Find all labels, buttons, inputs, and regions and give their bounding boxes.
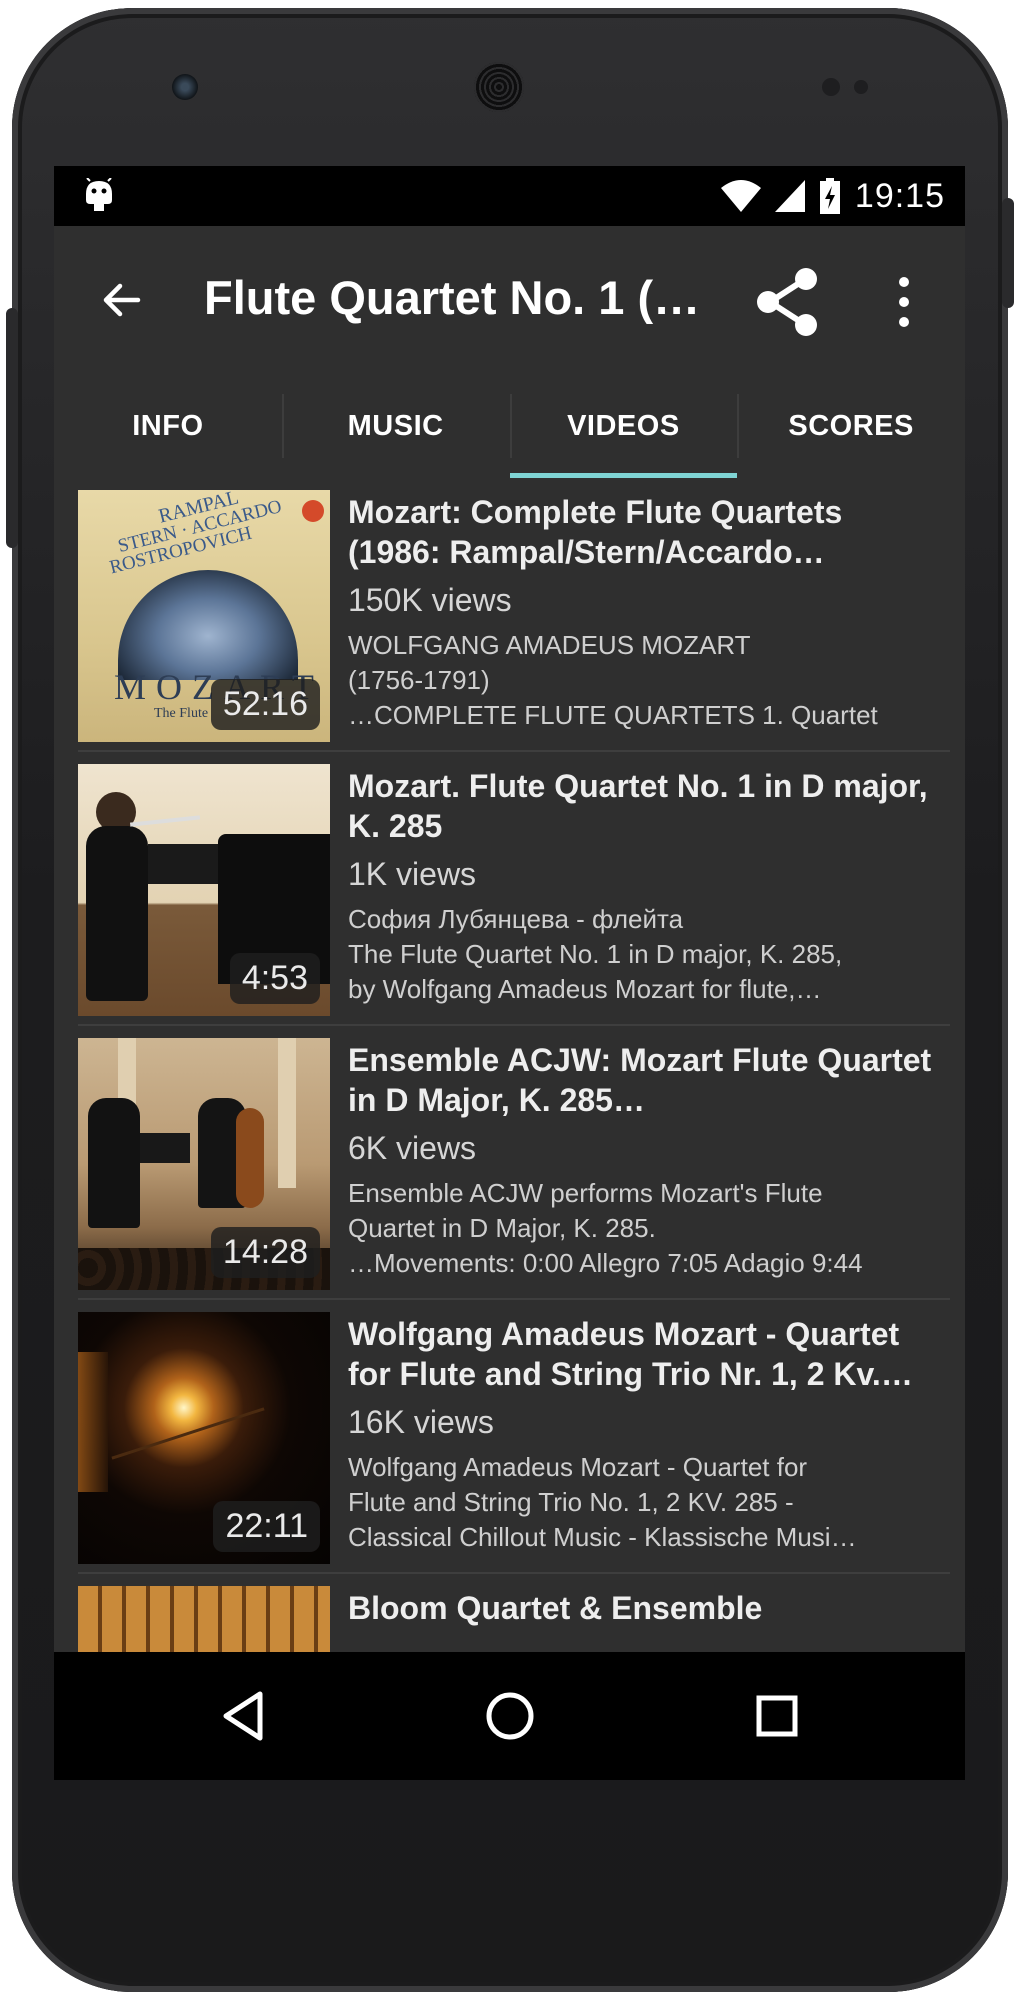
description-line: Wolfgang Amadeus Mozart - Quartet for xyxy=(348,1452,808,1482)
wifi-icon xyxy=(720,180,761,212)
share-icon[interactable] xyxy=(754,266,822,338)
video-thumbnail[interactable]: 4:53 xyxy=(78,764,330,1016)
battery-charging-icon xyxy=(819,178,840,214)
description-line: Ensemble ACJW performs Mozart's Flute xyxy=(348,1178,823,1208)
description-line: (1756-1791) xyxy=(348,665,490,695)
video-thumbnail[interactable]: RAMPAL STERN · ACCARDO ROSTROPOVICH MOZA… xyxy=(78,490,330,742)
description-line: Flute and String Trio No. 1, 2 KV. 285 - xyxy=(348,1487,794,1517)
video-duration: 4:53 xyxy=(229,953,320,1004)
description-line: by Wolfgang Amadeus Mozart for flute,… xyxy=(348,974,822,1004)
video-item[interactable]: 4:53 Mozart. Flute Quartet No. 1 in D ma… xyxy=(78,752,950,1026)
performer-figure xyxy=(88,1098,140,1228)
tab-videos[interactable]: VIDEOS xyxy=(509,374,738,478)
more-vert-icon[interactable] xyxy=(892,272,916,332)
description-line: София Лубянцева - флейта xyxy=(348,904,684,934)
video-views: 150K views xyxy=(348,582,512,618)
video-views: 1K views xyxy=(348,856,477,892)
video-duration: 14:28 xyxy=(210,1227,320,1278)
description-line: …COMPLETE FLUTE QUARTETS 1. Quartet xyxy=(348,700,878,730)
video-views: 16K views xyxy=(348,1404,494,1440)
video-description: София Лубянцева - флейта The Flute Quart… xyxy=(348,902,948,1007)
navigation-bar xyxy=(54,1652,965,1780)
home-circle-icon[interactable] xyxy=(480,1686,540,1746)
video-duration: 52:16 xyxy=(210,679,320,730)
description-line: The Flute Quartet No. 1 in D major, K. 2… xyxy=(348,939,843,969)
power-button xyxy=(1002,198,1014,308)
tab-info[interactable]: INFO xyxy=(54,374,282,478)
description-line: Classical Chillout Music - Klassische Mu… xyxy=(348,1522,857,1552)
cello xyxy=(236,1108,264,1208)
video-description: Wolfgang Amadeus Mozart - Quartet for Fl… xyxy=(348,1450,948,1555)
video-item[interactable]: RAMPAL STERN · ACCARDO ROSTROPOVICH MOZA… xyxy=(78,478,950,752)
video-list[interactable]: RAMPAL STERN · ACCARDO ROSTROPOVICH MOZA… xyxy=(54,478,965,1652)
tree-branch xyxy=(111,1407,265,1460)
lamp-glow xyxy=(78,1352,108,1492)
status-time: 19:15 xyxy=(854,176,945,215)
video-views: 6K views xyxy=(348,1130,477,1166)
label-logo xyxy=(302,500,324,522)
video-duration: 22:11 xyxy=(213,1501,320,1552)
music-stand xyxy=(140,1133,190,1163)
video-title[interactable]: Bloom Quartet & Ensemble xyxy=(348,1588,938,1628)
app-bar: Flute Quartet No. 1 (… xyxy=(54,226,965,374)
page-title: Flute Quartet No. 1 (… xyxy=(204,271,701,324)
tab-bar: INFO MUSIC VIDEOS SCORES xyxy=(54,374,965,478)
screen: 19:15 Flute Quartet No. 1 (… INFO MUSIC … xyxy=(54,166,965,1780)
video-title[interactable]: Ensemble ACJW: Mozart Flute Quartet in D… xyxy=(348,1040,938,1120)
video-description: WOLFGANG AMADEUS MOZART (1756-1791) …COM… xyxy=(348,628,948,733)
video-thumbnail[interactable] xyxy=(78,1586,330,1652)
flute xyxy=(129,815,201,827)
video-title[interactable]: Mozart. Flute Quartet No. 1 in D major, … xyxy=(348,766,938,846)
front-camera xyxy=(172,74,198,100)
side-button xyxy=(6,308,18,548)
tab-music[interactable]: MUSIC xyxy=(281,374,510,478)
description-line: WOLFGANG AMADEUS MOZART xyxy=(348,630,751,660)
video-title[interactable]: Wolfgang Amadeus Mozart - Quartet for Fl… xyxy=(348,1314,938,1394)
back-arrow-icon[interactable] xyxy=(98,276,146,324)
description-line: …Movements: 0:00 Allegro 7:05 Adagio 9:4… xyxy=(348,1248,863,1278)
description-line: Quartet in D Major, K. 285. xyxy=(348,1213,656,1243)
earpiece-speaker xyxy=(474,62,524,112)
video-thumbnail[interactable]: 14:28 xyxy=(78,1038,330,1290)
video-title[interactable]: Mozart: Complete Flute Quartets (1986: R… xyxy=(348,492,938,572)
cover-text: The Flute xyxy=(154,706,209,721)
tab-scores[interactable]: SCORES xyxy=(737,374,965,478)
android-icon xyxy=(86,178,112,211)
video-thumbnail[interactable]: 22:11 xyxy=(78,1312,330,1564)
cover-photo xyxy=(118,570,298,680)
video-item[interactable]: 14:28 Ensemble ACJW: Mozart Flute Quarte… xyxy=(78,1026,950,1300)
video-item[interactable]: Bloom Quartet & Ensemble xyxy=(78,1574,950,1652)
sensor xyxy=(854,80,868,94)
video-description: Ensemble ACJW performs Mozart's Flute Qu… xyxy=(348,1176,948,1281)
signal-icon xyxy=(774,180,805,212)
stage-column xyxy=(278,1038,296,1188)
status-bar: 19:15 xyxy=(54,166,965,226)
music-stand xyxy=(148,844,218,884)
recents-square-icon[interactable] xyxy=(747,1686,807,1746)
video-item[interactable]: 22:11 Wolfgang Amadeus Mozart - Quartet … xyxy=(78,1300,950,1574)
sensor xyxy=(822,78,840,96)
performer-figure xyxy=(86,826,148,1001)
back-triangle-icon[interactable] xyxy=(214,1686,274,1746)
